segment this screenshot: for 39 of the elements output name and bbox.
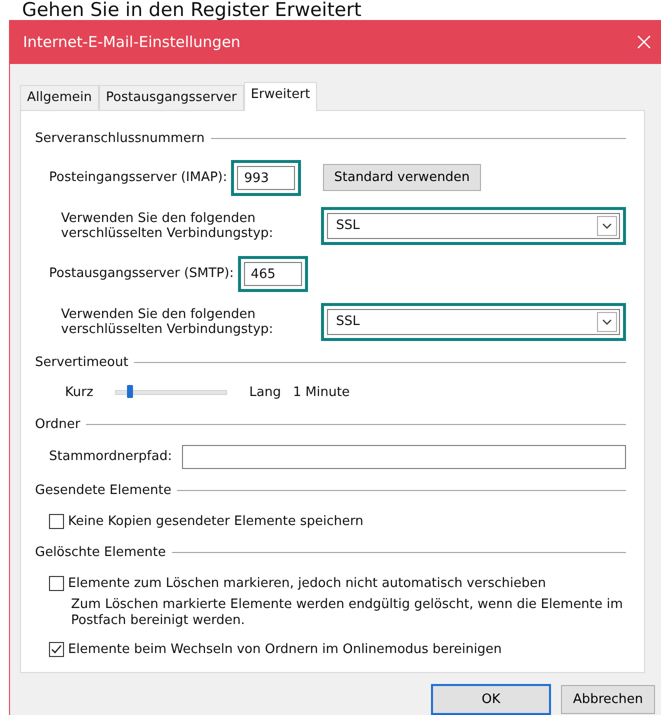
cancel-button[interactable]: Abbrechen bbox=[561, 684, 655, 714]
field-label: Stammordnerpfad: bbox=[49, 448, 172, 466]
field-label: Postausgangsserver (SMTP): bbox=[49, 264, 234, 283]
checkbox-label[interactable]: Keine Kopien gesendeter Elemente speichern bbox=[68, 512, 364, 531]
encryption-dropdown[interactable]: SSL bbox=[327, 212, 620, 238]
field-label: Verwenden Sie den folgenden verschlüsselten Verbindungstyp: bbox=[61, 306, 274, 336]
group-title: Gelöschte Elemente bbox=[35, 544, 166, 562]
slider-thumb[interactable] bbox=[126, 385, 133, 398]
group-title: Serveranschlussnummern bbox=[35, 130, 205, 148]
field-label: Verwenden Sie den folgenden verschlüsselten Verbindungstyp: bbox=[61, 210, 274, 240]
checkbox-label[interactable]: Elemente beim Wechseln von Ordnern im Onlinemodus bereinigen bbox=[68, 640, 502, 660]
dropdown-value: SSL bbox=[336, 216, 360, 235]
checkbox-label[interactable]: Elemente zum Löschen markieren, jedoch nicht automatisch verschieben bbox=[68, 574, 546, 593]
tab[interactable]: Postausgangsserver bbox=[98, 85, 244, 110]
encryption-dropdown[interactable]: SSL bbox=[327, 308, 620, 334]
caption: Gehen Sie in den Register Erweitert bbox=[21, 0, 362, 20]
group-title: Gesendete Elemente bbox=[35, 482, 172, 500]
note-text: Zum Löschen markierte Elemente werden endgültig gelöscht, wenn die Elemente im Postfach bereinigt werden. bbox=[71, 597, 624, 629]
ok-button[interactable]: OK bbox=[431, 684, 551, 715]
chevron-down-icon[interactable] bbox=[597, 216, 617, 236]
checkbox[interactable] bbox=[49, 514, 64, 529]
tab[interactable]: Erweitert bbox=[244, 82, 318, 111]
checkbox[interactable] bbox=[49, 642, 64, 658]
slider-label: Lang bbox=[249, 384, 281, 402]
checkbox[interactable] bbox=[49, 576, 64, 591]
port-field[interactable]: 993 bbox=[237, 166, 296, 190]
tab[interactable]: Allgemein bbox=[20, 85, 99, 110]
group-title: Ordner bbox=[35, 416, 80, 434]
window-title: Internet-E-Mail-Einstellungen bbox=[23, 32, 240, 53]
slider-label: Kurz bbox=[65, 384, 94, 402]
field-label: Posteingangsserver (IMAP): bbox=[49, 168, 228, 187]
default-port-button[interactable]: Standard verwenden bbox=[323, 164, 481, 192]
chevron-down-icon[interactable] bbox=[597, 312, 617, 332]
dropdown-value: SSL bbox=[336, 312, 360, 331]
group-title: Servertimeout bbox=[35, 354, 128, 372]
root-folder-field[interactable] bbox=[182, 445, 626, 469]
port-field[interactable]: 465 bbox=[244, 262, 302, 286]
timeout-reading: 1 Minute bbox=[293, 384, 350, 402]
close-icon[interactable] bbox=[637, 35, 651, 49]
